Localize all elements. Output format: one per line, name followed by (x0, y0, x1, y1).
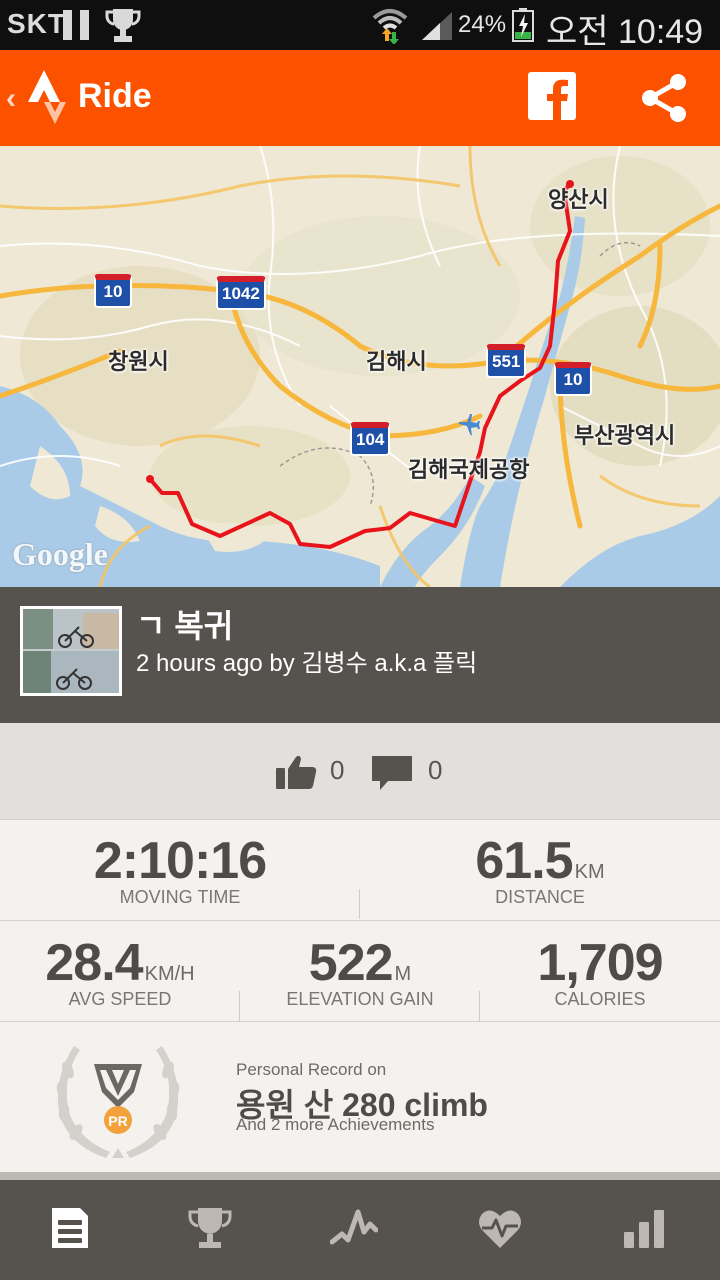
signal-icon (422, 12, 452, 40)
route-map[interactable]: 양산시 창원시 김해시 부산광역시 김해국제공항 10 1042 551 10 … (0, 146, 720, 587)
status-bar: SKT 24% 오전 10:49 (0, 0, 720, 51)
carrier-label: SKT (7, 8, 66, 39)
distance-unit: KM (574, 861, 605, 883)
pr-more-achievements[interactable]: And 2 more Achievements (236, 1115, 434, 1135)
map-label-changwon: 창원시 (108, 349, 169, 374)
calories-label: CALORIES (554, 989, 646, 1009)
map-label-busan: 부산광역시 (574, 423, 676, 448)
avg-speed-label: AVG SPEED (68, 989, 172, 1009)
map-label-gimhae-airport: 김해국제공항 (408, 457, 530, 482)
activity-meta[interactable]: 2 hours ago by 김병수 a.k.a 플릭 (136, 643, 477, 678)
kudos-count: 0 (330, 755, 345, 785)
elevation-gain-value: 522 (308, 934, 394, 992)
feed-icon[interactable] (46, 1204, 94, 1252)
heart-rate-icon[interactable] (476, 1204, 524, 1252)
route-shield-10: 10 (94, 274, 132, 308)
route-shield-104: 104 (350, 422, 391, 456)
thumbs-up-icon[interactable] (274, 753, 318, 791)
back-chevron-icon[interactable]: ‹ (6, 82, 16, 116)
pr-heading: Personal Record on (236, 1060, 387, 1079)
avg-speed-unit: KM/H (144, 963, 195, 985)
battery-percent: 24% (458, 11, 507, 38)
moving-time-label: MOVING TIME (119, 887, 241, 907)
stat-avg-speed: 28.4 KM/H AVG SPEED (0, 933, 240, 1010)
pr-badge-icon[interactable]: PR (50, 1030, 186, 1160)
facebook-icon[interactable] (528, 72, 576, 120)
activity-graph-icon[interactable] (330, 1204, 378, 1252)
trophy-icon[interactable] (186, 1204, 234, 1252)
comment-icon[interactable] (370, 753, 414, 793)
pause-icon (63, 10, 89, 40)
strava-logo-icon[interactable] (26, 68, 70, 128)
route-shield-10-east: 10 (554, 362, 592, 396)
clock: 오전 10:49 (546, 13, 704, 51)
distance-value: 61.5 (475, 832, 573, 890)
app-bar: ‹ Ride (0, 50, 720, 146)
page-title: Ride (78, 77, 152, 115)
route-shield-551: 551 (486, 344, 527, 378)
bottom-nav (0, 1180, 720, 1280)
activity-title: ㄱ 복귀 (136, 608, 234, 644)
stat-elevation-gain: 522 M ELEVATION GAIN (240, 933, 480, 1010)
trophy-icon (105, 9, 141, 42)
pr-badge-text: PR (108, 1113, 127, 1129)
route-shield-1042: 1042 (216, 276, 266, 310)
stat-calories: 1,709 CALORIES (480, 933, 720, 1010)
battery-icon (512, 8, 534, 42)
stats-icon[interactable] (620, 1204, 668, 1252)
stats-panel: 2:10:16 MOVING TIME 61.5 KM DISTANCE 28.4… (0, 819, 720, 1172)
moving-time-value: 2:10:16 (93, 832, 267, 890)
activity-header: ㄱ 복귀 2 hours ago by 김병수 a.k.a 플릭 (0, 587, 720, 723)
calories-value: 1,709 (537, 934, 663, 992)
map-attribution: Google (12, 536, 108, 572)
stat-distance: 61.5 KM DISTANCE (380, 831, 700, 908)
elevation-gain-label: ELEVATION GAIN (286, 989, 434, 1009)
social-bar: 0 0 (0, 723, 720, 819)
elevation-gain-unit: M (394, 963, 412, 985)
avg-speed-value: 28.4 (45, 934, 143, 992)
map-label-yangsan: 양산시 (548, 187, 609, 212)
share-icon[interactable] (638, 72, 690, 124)
map-label-gimhae: 김해시 (366, 349, 427, 374)
distance-label: DISTANCE (495, 887, 585, 907)
stat-moving-time: 2:10:16 MOVING TIME (20, 831, 340, 908)
bottom-divider (0, 1172, 720, 1180)
activity-photo-thumbnail[interactable] (20, 606, 122, 696)
wifi-icon (372, 9, 408, 44)
comment-count: 0 (428, 755, 443, 785)
